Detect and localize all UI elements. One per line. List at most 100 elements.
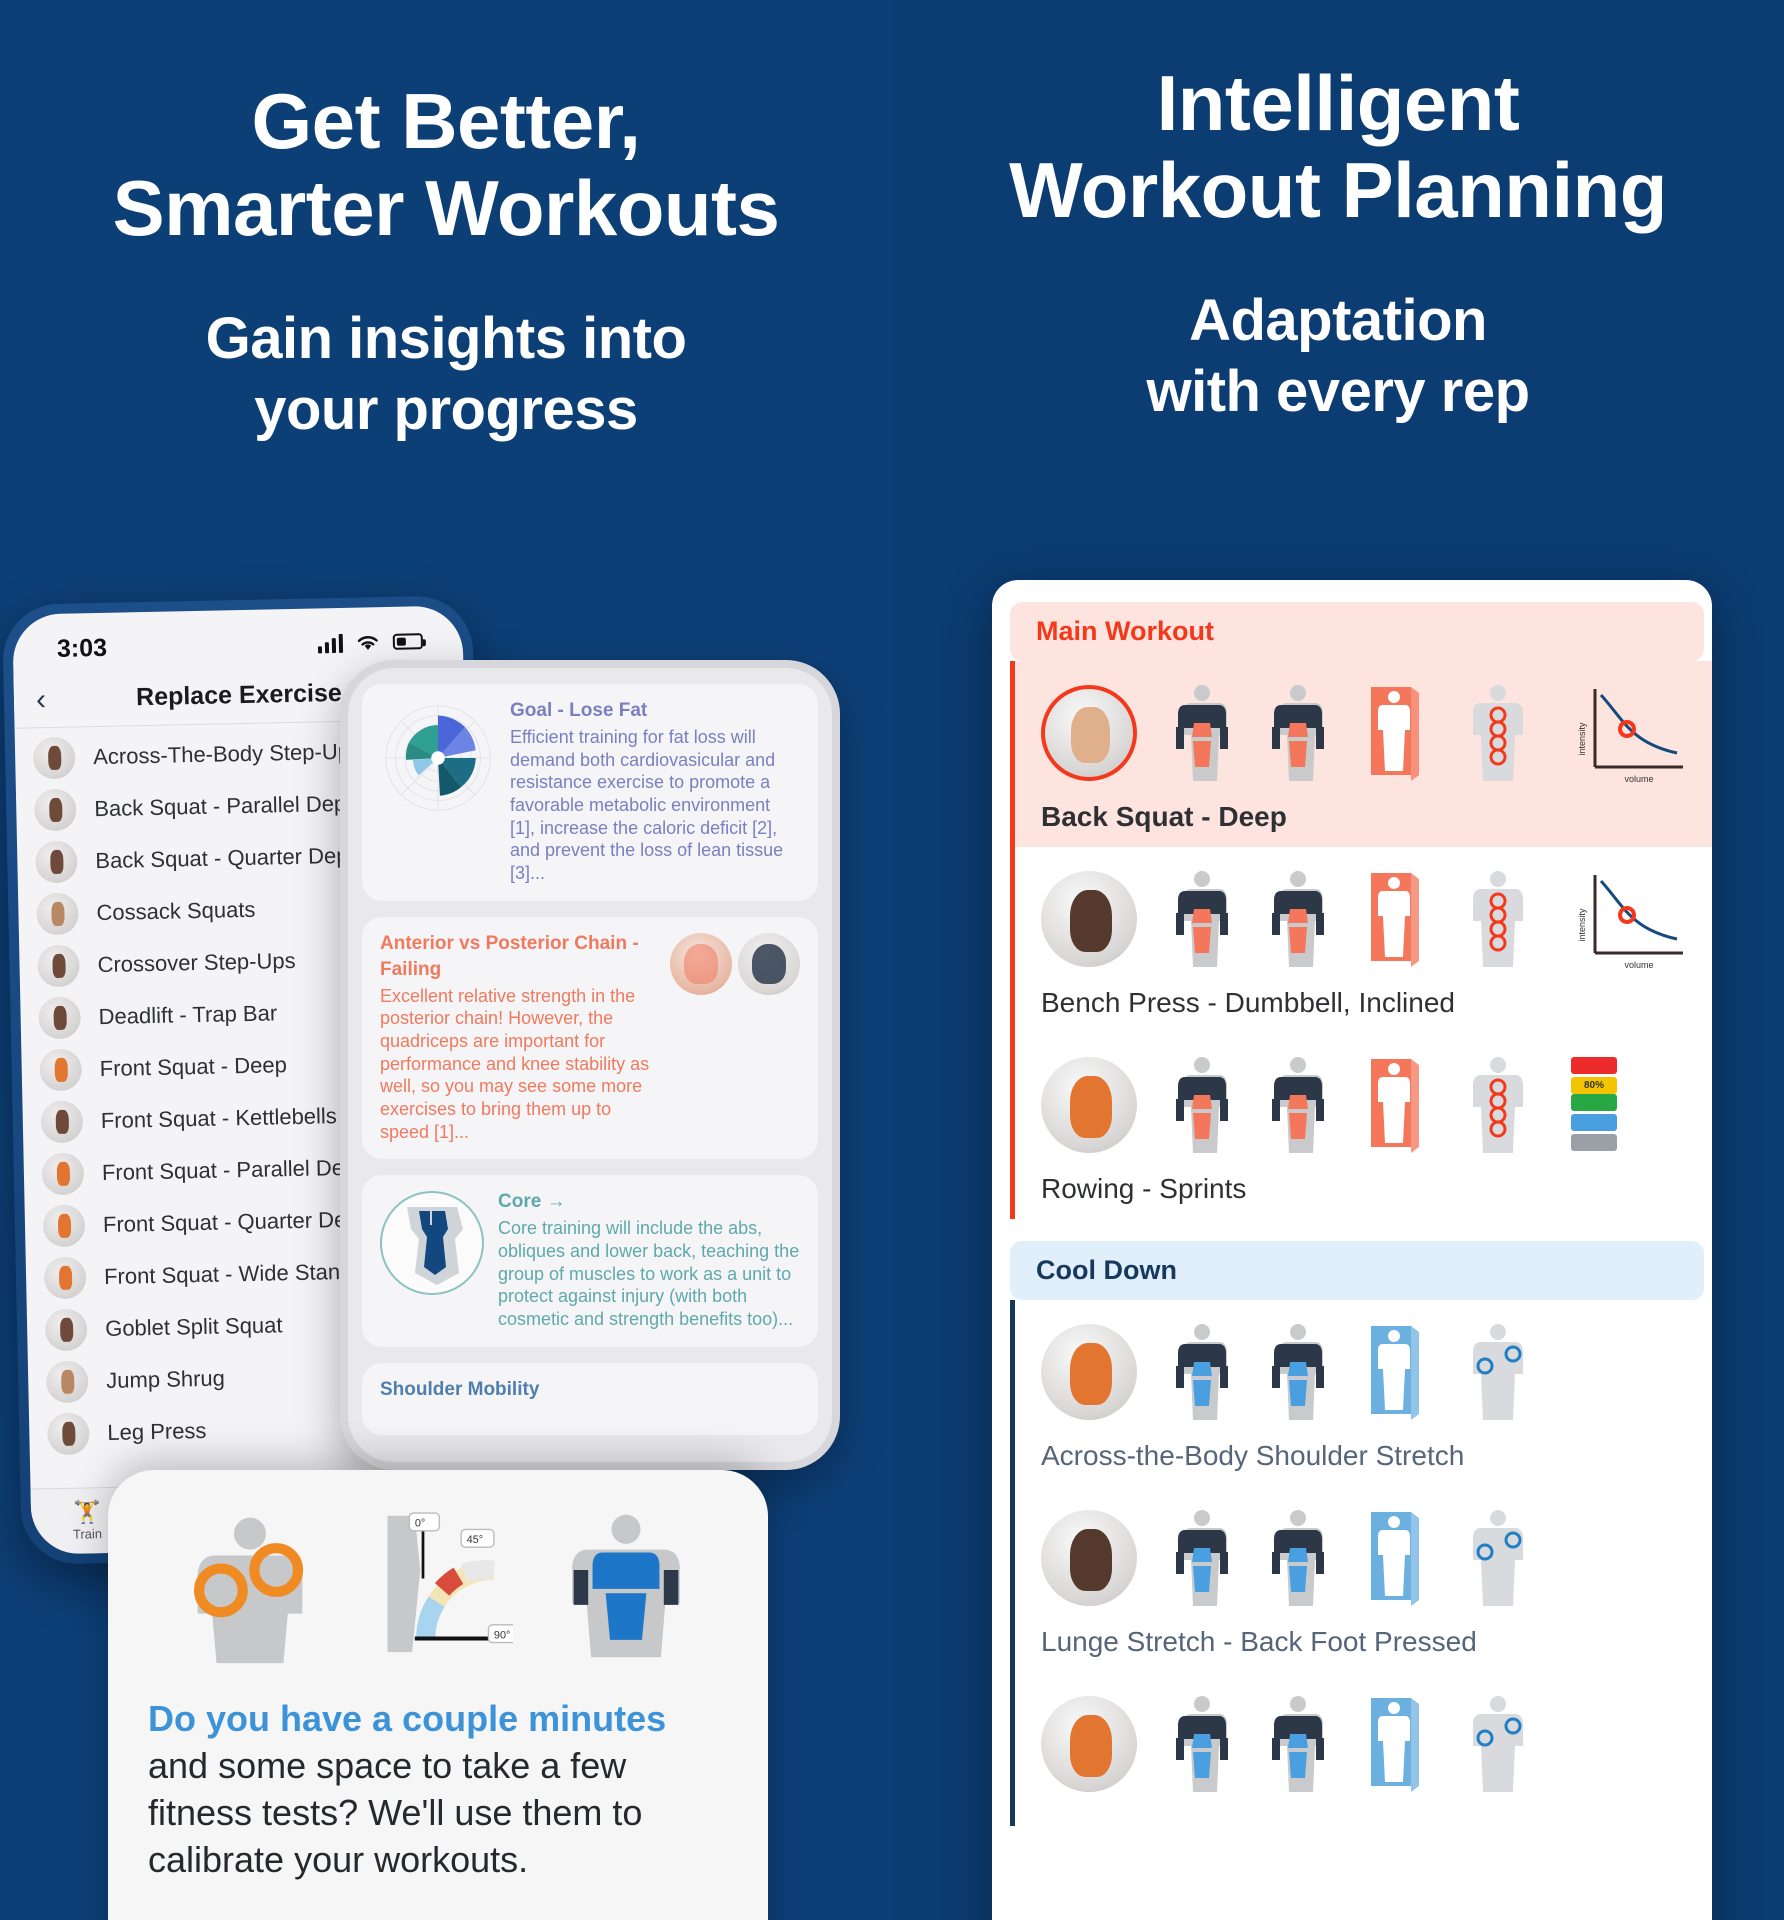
zone-badge: 80% (1571, 1076, 1617, 1094)
anterior-chain-figure-icon (670, 932, 732, 995)
onboarding-body: and some space to take a few fitness tes… (148, 1745, 643, 1880)
joint-load-icon (1473, 871, 1523, 967)
chevron-left-icon[interactable]: ‹ (36, 683, 47, 717)
onboarding-figures: 0° 45° 90° (148, 1506, 728, 1666)
insight-card-anterior-vs-posterior-chain[interactable]: Anterior vs Posterior Chain - Failing Ex… (362, 916, 818, 1160)
exercise-thumbnail-icon (42, 1204, 86, 1248)
exercise-photo[interactable] (1041, 685, 1137, 781)
movement-plane-icon (1371, 1512, 1419, 1606)
exercise-thumbnail-icon (32, 736, 76, 780)
exercise-icon-strip: 80% (1041, 1049, 1712, 1161)
svg-text:45°: 45° (467, 1534, 483, 1546)
exercise-label: Across-The-Body Step-Ups (92, 738, 362, 770)
workout-row[interactable]: 80% Rowing - Sprints (1010, 1033, 1712, 1219)
exercise-thumbnail-icon (43, 1256, 87, 1300)
exercise-photo[interactable] (1041, 1324, 1137, 1420)
right-headline-line2: Workout Planning (1009, 146, 1667, 235)
battery-icon (392, 633, 424, 650)
arrow-right-icon: → (546, 1191, 566, 1213)
insight-subtitle: Failing (380, 958, 442, 980)
exercise-label: Front Squat - Parallel Depth (101, 1154, 375, 1186)
insight-body: Efficient training for fat loss will dem… (510, 727, 784, 884)
exercise-label: Front Squat - Deep (99, 1052, 288, 1082)
onboarding-card[interactable]: 0° 45° 90° Do you have a couple minutes … (108, 1470, 768, 1920)
right-promo-panel: Intelligent Workout Planning Adaptation … (892, 0, 1784, 1920)
workout-list[interactable]: Main Workout intensity volume Back Squat - … (992, 602, 1712, 1826)
movement-plane-icon (1371, 1698, 1419, 1792)
cellular-signal-icon (317, 633, 344, 653)
zone-bar (1571, 1133, 1617, 1151)
exercise-icon-strip (1041, 1688, 1712, 1800)
exercise-name: Back Squat - Deep (1041, 801, 1287, 832)
exercise-thumbnail-icon (46, 1412, 90, 1456)
exercise-thumbnail-icon (37, 944, 81, 988)
left-promo-panel: Get Better, Smarter Workouts Gain insigh… (0, 0, 892, 1920)
left-headline-line1: Get Better, (251, 77, 641, 165)
workout-row[interactable]: intensity volume Back Squat - Deep (1010, 661, 1712, 847)
insight-card-goal-lose-fat[interactable]: Goal - Lose Fat Efficient training for f… (362, 684, 818, 901)
exercise-label: Crossover Step-Ups (97, 947, 296, 978)
zone-bar (1571, 1093, 1617, 1111)
exercise-photo[interactable] (1041, 1057, 1137, 1153)
muscle-map-front-icon (1176, 685, 1228, 781)
exercise-photo[interactable] (1041, 871, 1137, 967)
zone-bar (1571, 1113, 1617, 1131)
section-header-cool-down: Cool Down (1010, 1241, 1704, 1300)
posterior-chain-figure-icon (738, 932, 800, 995)
joint-load-icon (1473, 685, 1523, 781)
exercise-icon-strip: intensity volume (1041, 863, 1712, 975)
muscle-map-back-icon (1272, 1057, 1324, 1153)
exercise-label: Deadlift - Trap Bar (98, 1000, 278, 1030)
section-header-main-workout: Main Workout (1010, 602, 1704, 661)
svg-text:90°: 90° (494, 1630, 510, 1642)
exercise-label: Front Squat - Kettlebells (100, 1103, 338, 1134)
insight-card-shoulder-mobility[interactable]: Shoulder Mobility (362, 1362, 818, 1435)
workout-row[interactable]: Across-the-Body Shoulder Stretch (1010, 1300, 1712, 1486)
exercise-label: Front Squat - Quarter Depth (102, 1206, 378, 1238)
status-icons (317, 632, 424, 653)
muscle-map-front-icon (1176, 1324, 1228, 1420)
muscle-map-back-icon (1272, 871, 1324, 967)
insight-card-core[interactable]: Core → Core training will include the ab… (362, 1175, 818, 1347)
exercise-icon-strip: intensity volume (1041, 677, 1712, 789)
intensity-volume-chart-icon: intensity volume (1577, 689, 1683, 784)
workout-row[interactable] (1010, 1672, 1712, 1826)
joint-load-icon (1473, 1510, 1523, 1606)
exercise-photo[interactable] (1041, 1696, 1137, 1792)
muscle-map-back-icon (1272, 1324, 1324, 1420)
insight-title: Goal - Lose Fat (510, 700, 648, 721)
muscle-map-front-icon (1176, 1057, 1228, 1153)
workout-plan-phone: Main Workout intensity volume Back Squat - … (992, 580, 1712, 1920)
workout-row[interactable]: Lunge Stretch - Back Foot Pressed (1010, 1486, 1712, 1672)
exercise-label: Back Squat - Parallel Depth (94, 790, 365, 822)
exercise-label: Cossack Squats (96, 896, 256, 926)
mobility-gauge-icon: 0° 45° 90° (387, 1512, 513, 1653)
muscle-map-back-icon (1272, 1696, 1324, 1792)
onboarding-lead: Do you have a couple minutes (148, 1698, 667, 1739)
joint-load-icon (1473, 1324, 1523, 1420)
movement-plane-icon (1371, 1059, 1419, 1153)
svg-text:intensity: intensity (1577, 722, 1587, 756)
svg-text:0°: 0° (415, 1518, 425, 1530)
onboarding-text: Do you have a couple minutes and some sp… (148, 1696, 728, 1883)
exercise-photo[interactable] (1041, 1510, 1137, 1606)
movement-plane-icon (1371, 873, 1419, 967)
heart-rate-zones-icon: 80% (1571, 1056, 1617, 1154)
insights-phone: Goal - Lose Fat Efficient training for f… (340, 660, 840, 1470)
exercise-thumbnail-icon (36, 892, 79, 936)
muscle-map-figure-icon (572, 1514, 681, 1658)
zone-bar (1571, 1056, 1617, 1074)
exercise-name: Across-the-Body Shoulder Stretch (1041, 1440, 1465, 1471)
exercise-name: Bench Press - Dumbbell, Inclined (1041, 987, 1455, 1018)
insight-body: Core training will include the abs, obli… (498, 1218, 800, 1330)
core-torso-icon (380, 1191, 484, 1296)
workout-row[interactable]: intensity volume Bench Press - Dumbbell, I… (1010, 847, 1712, 1033)
left-subhead-line2: your progress (254, 376, 638, 442)
left-headline-line2: Smarter Workouts (112, 164, 780, 253)
muscle-map-front-icon (1176, 871, 1228, 967)
wifi-icon (357, 635, 378, 650)
exercise-icon-strip (1041, 1316, 1712, 1428)
insight-title: Core → (498, 1191, 566, 1213)
right-headline-block: Intelligent Workout Planning Adaptation … (892, 59, 1784, 425)
svg-text:volume: volume (1624, 774, 1653, 784)
